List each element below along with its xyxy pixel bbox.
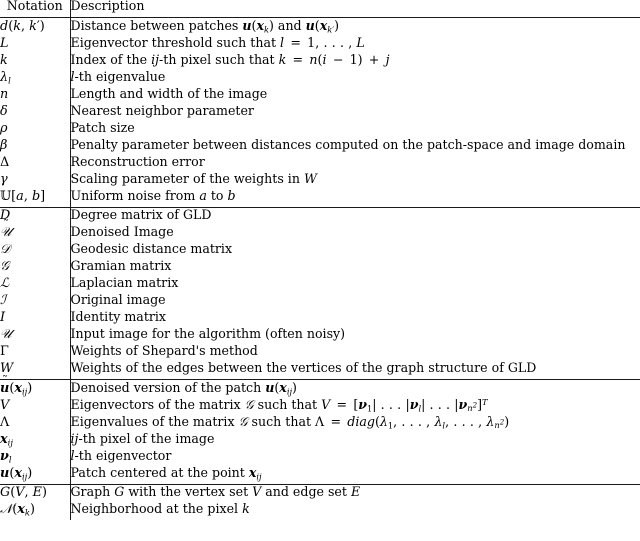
notation-cell: n [0,87,71,105]
table-row: L Eigenvector threshold such that l = 1,… [0,36,640,54]
table-row: Λ Eigenvalues of the matrix 𝒢 such that … [0,413,640,433]
table-row: Δ Reconstruction error [0,153,640,173]
table-row: W Weights of the edges between the verti… [0,361,640,380]
table-row: u(xij) Patch centered at the point xij [0,466,640,485]
table-row: 𝕌[a, b] Uniform noise from a to b [0,189,640,208]
description-cell: Scaling parameter of the weights in W [70,170,317,186]
table-row: β Penalty parameter between distances co… [0,136,640,156]
table-row: νl l-th eigenvector [0,447,640,467]
description-cell: Patch centered at the point xij [70,466,640,485]
notation-cell: xij [0,432,71,450]
table-row: n Length and width of the image [0,85,640,105]
notation-cell: 𝒰 [0,328,71,345]
notation-cell: 𝒩(xk) [0,503,71,520]
notation-cell: W [0,362,71,380]
header-description: Description [70,0,640,18]
table-row: λl l-th eigenvalue [0,68,640,88]
notation-cell: ℐ [0,294,71,311]
description-cell: Uniform noise from a to b [70,189,640,208]
description-cell: Reconstruction error [70,153,205,169]
notation-cell: β [0,138,71,156]
table-row: δ Nearest neighbor parameter [0,102,640,122]
notation-cell: Λ [0,415,71,433]
description-cell: Penalty parameter between distances comp… [70,136,626,152]
notation-cell: 𝒟 [0,243,71,260]
description-cell: l-th eigenvalue [70,68,166,84]
notation-cell: δ [0,104,71,122]
notation-table-container: Notation Description d(k, k′) Distance b… [0,0,640,541]
notation-cell: νl [0,449,71,467]
description-cell: Index of the ij-th pixel such that k = n… [70,51,390,67]
header-notation: Notation [0,0,71,18]
description-cell: Denoised version of the patch u(xij) [70,379,297,396]
description-cell: Length and width of the image [70,85,268,101]
notation-cell: k [0,53,71,71]
notation-cell: 𝒢 [0,260,71,277]
description-cell: Patch size [70,119,135,135]
table-row: xij ij-th pixel of the image [0,430,640,450]
notation-cell: d(k, k′) [0,17,71,37]
description-cell: Neighborhood at the pixel k [70,501,250,516]
notation-cell: ˜ 𝒰 [0,219,71,243]
notation-cell: Δ [0,155,71,173]
table-row: ρ Patch size [0,119,640,139]
notation-cell: λl [0,70,71,88]
notation-cell: I [0,311,71,328]
notation-cell: ˜ u(xij) [0,375,71,399]
description-cell: Distance between patches u(xk) and u(xk′… [70,17,340,34]
notation-cell: G(V, E) [0,484,71,503]
table-row: k Index of the ij-th pixel such that k =… [0,51,640,71]
notation-cell: L [0,36,71,54]
notation-cell: ρ [0,121,71,139]
notation-cell: 𝕌[a, b] [0,189,71,208]
notation-cell: γ [0,172,71,190]
notation-table: Notation Description d(k, k′) Distance b… [0,0,640,520]
description-cell: l-th eigenvector [70,447,172,463]
description-cell: ij-th pixel of the image [70,430,215,446]
table-header-row: Notation Description [0,0,640,18]
table-row: ˜ u(xij) Denoised version of the patch u(… [0,375,640,399]
description-cell: Eigenvalues of the matrix 𝒢 such that Λ … [70,413,510,430]
notation-cell: D [0,207,71,226]
notation-cell: ℒ [0,277,71,294]
notation-cell: Γ [0,345,71,362]
table-row: γ Scaling parameter of the weights in W [0,170,640,190]
description-cell: Weights of the edges between the vertice… [70,361,640,380]
description-cell: Nearest neighbor parameter [70,102,254,118]
notation-cell: u(xij) [0,466,71,485]
notation-cell: V [0,398,71,416]
table-row: 𝒩(xk) Neighborhood at the pixel k [0,501,640,520]
